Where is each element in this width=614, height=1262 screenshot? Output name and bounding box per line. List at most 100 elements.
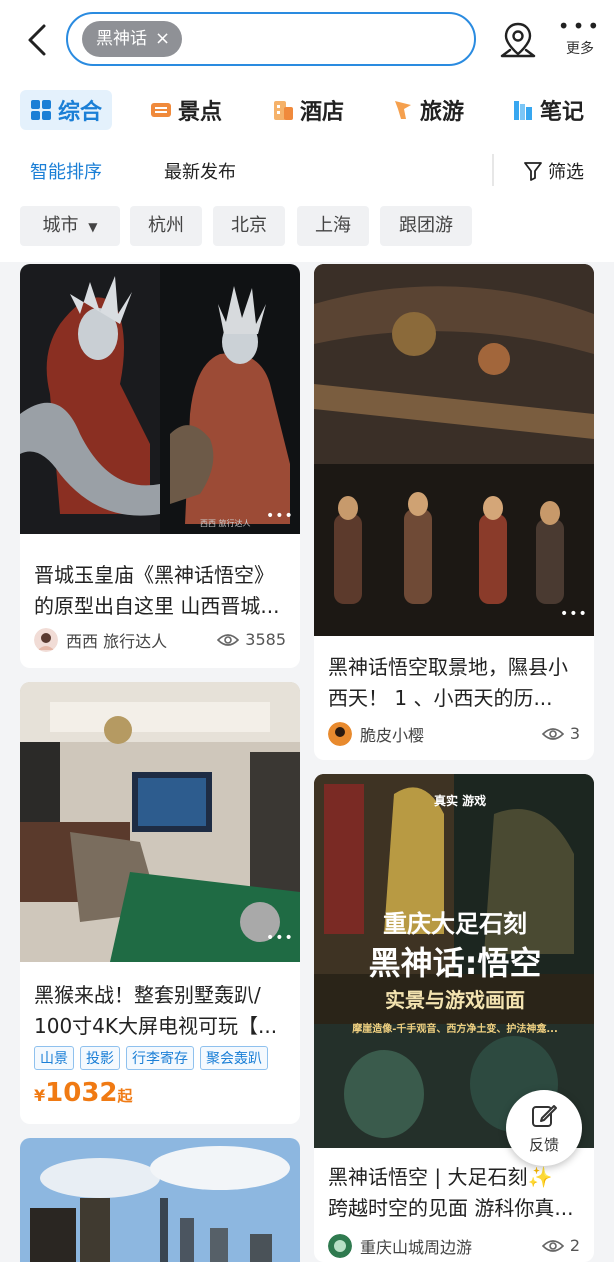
tab-attractions[interactable]: 景点	[150, 90, 222, 130]
avatar	[328, 722, 352, 746]
eye-icon	[541, 727, 564, 740]
edit-icon	[532, 1105, 557, 1127]
card-title-line: 100寸4K大屏电视可玩【...	[34, 1014, 278, 1038]
card-title-line: 黑神话悟空 | 大足石刻✨	[328, 1165, 553, 1189]
price-currency: ¥	[34, 1086, 46, 1105]
price-unit: 起	[117, 1087, 133, 1105]
card-title-line: 黑猴来战！整套别墅轰趴/	[34, 983, 261, 1007]
more-options-icon[interactable]: •••	[266, 508, 294, 524]
notebook-icon	[514, 101, 532, 120]
top-bar: 黑神话 × ••• 更多 综合 景点 酒店 旅游 笔记 智能排序 最新发布 筛选…	[0, 0, 614, 262]
chevron-left-icon	[28, 24, 46, 56]
author-name: 脆皮小樱	[360, 726, 425, 745]
views-value: 3585	[245, 630, 286, 649]
caret-down-icon: ▼	[88, 220, 98, 234]
result-card[interactable]: ••• 黑神话悟空取景地，隰县小 西天！ 1 、小西天的历... 脆皮小樱 3	[314, 264, 594, 760]
eye-icon	[217, 633, 240, 646]
chip-label: 上海	[315, 215, 351, 236]
result-card[interactable]: 真实 游戏 重庆大足石刻 黑神话:悟空 实景与游戏画面 摩崖造像-千手观音、西方…	[314, 774, 594, 1262]
chip-label: 北京	[231, 215, 267, 236]
chip-group-tour[interactable]: 跟团游	[380, 206, 472, 246]
card-image	[20, 1138, 300, 1262]
sort-bar: 智能排序 最新发布 筛选	[0, 148, 614, 192]
feedback-label: 反馈	[528, 1136, 559, 1154]
poster-line3: 实景与游戏画面	[385, 988, 525, 1012]
card-title-line: 的原型出自这里 山西晋城...	[34, 594, 280, 618]
chip-beijing[interactable]: 北京	[213, 206, 285, 246]
author-name: 重庆山城周边游	[360, 1238, 473, 1257]
author-name: 西西 旅行达人	[66, 632, 168, 651]
chip-city[interactable]: 城市 ▼	[20, 206, 120, 246]
card-author[interactable]: 脆皮小樱	[328, 722, 424, 746]
more-button[interactable]: ••• 更多	[556, 14, 604, 66]
card-title: 黑神话悟空取景地，隰县小 西天！ 1 、小西天的历...	[328, 652, 568, 714]
tag: 聚会轰趴	[200, 1046, 268, 1070]
avatar	[328, 1234, 352, 1258]
views-value: 3	[569, 724, 580, 743]
card-image: 西西 旅行达人	[20, 264, 300, 534]
hotel-icon	[274, 101, 293, 120]
tab-label: 旅游	[420, 100, 465, 125]
feedback-button[interactable]: 反馈	[506, 1090, 582, 1166]
tab-tours[interactable]: 旅游	[392, 90, 464, 130]
card-image	[314, 264, 594, 636]
grid-icon	[31, 100, 51, 120]
category-tabs: 综合 景点 酒店 旅游 笔记	[0, 86, 614, 134]
image-watermark: 西西 旅行达人	[200, 518, 251, 528]
tab-notes[interactable]: 笔记	[512, 90, 584, 130]
card-title-line: 西天！ 1 、小西天的历...	[328, 686, 553, 710]
chip-label: 跟团游	[399, 215, 453, 236]
price: ¥1032起	[34, 1078, 133, 1108]
filter-button[interactable]: 筛选	[524, 158, 584, 184]
eye-icon	[541, 1239, 564, 1252]
result-card[interactable]	[20, 1138, 300, 1262]
result-card[interactable]: ••• 黑猴来战！整套别墅轰趴/ 100寸4K大屏电视可玩【... 山景 投影 …	[20, 682, 300, 1124]
more-options-icon[interactable]: •••	[266, 930, 294, 946]
funnel-icon	[524, 162, 542, 181]
view-count: 2	[541, 1236, 580, 1255]
tag-list: 山景 投影 行李寄存 聚会轰趴	[34, 1046, 268, 1070]
avatar	[34, 628, 58, 652]
back-button[interactable]	[22, 20, 58, 60]
chip-label: 杭州	[148, 215, 184, 236]
card-title: 晋城玉皇庙《黑神话悟空》 的原型出自这里 山西晋城...	[34, 560, 279, 622]
flag-icon	[395, 101, 411, 119]
result-card[interactable]: 西西 旅行达人 ••• 晋城玉皇庙《黑神话悟空》 的原型出自这里 山西晋城...…	[20, 264, 300, 668]
card-author[interactable]: 重庆山城周边游	[328, 1234, 472, 1258]
ticket-icon	[151, 103, 171, 117]
card-image	[20, 682, 300, 962]
tab-label: 笔记	[540, 100, 585, 125]
card-author[interactable]: 西西 旅行达人	[34, 628, 167, 652]
poster-line2: 黑神话:悟空	[368, 944, 542, 982]
card-title: 黑猴来战！整套别墅轰趴/ 100寸4K大屏电视可玩【...	[34, 980, 277, 1042]
more-options-icon[interactable]: •••	[560, 606, 588, 622]
filter-label: 筛选	[548, 162, 584, 183]
more-label: 更多	[566, 41, 594, 57]
chip-label: 城市	[42, 215, 79, 236]
sort-latest[interactable]: 最新发布	[164, 158, 236, 184]
tab-label: 酒店	[300, 100, 345, 125]
poster-tag: 真实 游戏	[434, 794, 487, 808]
map-location-button[interactable]	[496, 18, 540, 62]
divider	[492, 154, 494, 186]
search-chip[interactable]: 黑神话 ×	[82, 21, 183, 57]
view-count: 3585	[217, 630, 286, 649]
tag: 投影	[80, 1046, 120, 1070]
price-value: 1032	[45, 1078, 118, 1108]
view-count: 3	[541, 724, 580, 743]
card-title-line: 晋城玉皇庙《黑神话悟空》	[34, 563, 274, 587]
card-title-line: 跨越时空的见面 游科你真...	[328, 1196, 574, 1220]
sort-smart[interactable]: 智能排序	[30, 158, 102, 184]
close-icon[interactable]: ×	[155, 21, 170, 57]
card-title-line: 黑神话悟空取景地，隰县小	[328, 655, 568, 679]
chip-hangzhou[interactable]: 杭州	[130, 206, 202, 246]
filter-chips: 城市 ▼ 杭州 北京 上海 跟团游	[0, 206, 614, 246]
chip-shanghai[interactable]: 上海	[297, 206, 369, 246]
card-title: 黑神话悟空 | 大足石刻✨ 跨越时空的见面 游科你真...	[328, 1162, 573, 1224]
search-chip-label: 黑神话	[96, 29, 147, 49]
more-dots-icon: •••	[557, 14, 603, 38]
tab-hotels[interactable]: 酒店	[272, 90, 344, 130]
tab-comprehensive[interactable]: 综合	[20, 90, 113, 130]
tab-label: 综合	[58, 100, 103, 125]
search-input[interactable]: 黑神话 ×	[66, 12, 476, 66]
